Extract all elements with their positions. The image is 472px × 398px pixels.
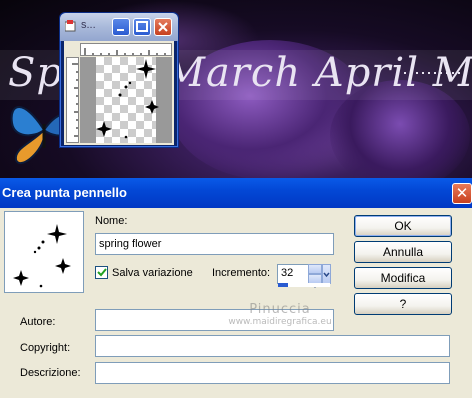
minimize-button[interactable] — [112, 18, 130, 36]
close-icon — [158, 22, 168, 32]
watermark-url: www.maidiregrafica.eu — [228, 317, 332, 327]
horizontal-ruler — [80, 43, 172, 56]
brush-canvas[interactable] — [80, 57, 172, 143]
minimize-icon — [117, 29, 124, 31]
brush-shape — [96, 59, 159, 139]
brush-preview — [4, 211, 84, 293]
dialog-title: Crea punta pennello — [2, 185, 127, 200]
maximize-button[interactable] — [133, 18, 151, 36]
maximize-icon — [136, 21, 148, 32]
spin-up-button[interactable] — [308, 264, 322, 278]
save-variation-checkbox[interactable] — [95, 266, 108, 279]
increment-field[interactable]: 32 — [277, 264, 309, 284]
chevron-down-icon — [323, 272, 330, 278]
help-button[interactable]: ? — [354, 293, 452, 315]
brush-preview-window[interactable]: s... — [59, 12, 179, 148]
create-brush-dialog: Crea punta pennello ✕ Nome: spring flowe… — [0, 178, 472, 398]
brush-preview-shape — [13, 224, 71, 288]
increment-slider-bar[interactable] — [278, 283, 330, 287]
increment-dropdown-button[interactable] — [322, 264, 331, 284]
increment-spinner[interactable] — [308, 264, 331, 288]
dialog-titlebar[interactable]: Crea punta pennello ✕ — [0, 178, 472, 208]
copyright-field[interactable] — [95, 335, 450, 357]
save-variation-label: Salva variazione — [112, 267, 193, 279]
mini-window-body — [64, 41, 174, 145]
watermark-name: Pinuccia — [249, 302, 311, 317]
name-label: Nome: — [95, 215, 128, 227]
name-field[interactable]: spring flower — [95, 233, 334, 255]
app-icon — [65, 20, 76, 32]
dialog-close-button[interactable]: ✕ — [452, 183, 472, 204]
increment-label: Incremento: — [212, 267, 271, 279]
edit-paths-button[interactable]: Modifica percorsi... — [354, 267, 452, 305]
increment-slider-fill — [278, 283, 288, 287]
checkmark-icon — [97, 268, 107, 277]
description-field[interactable] — [95, 362, 450, 384]
vertical-ruler — [66, 57, 79, 143]
author-label: Autore: — [20, 316, 56, 328]
mini-titlebar[interactable]: s... — [60, 13, 178, 41]
cancel-button[interactable]: Annulla — [354, 241, 452, 263]
watermark: Pinuccia www.maidiregrafica.eu — [215, 302, 345, 327]
description-label: Descrizione: — [20, 367, 81, 379]
close-button[interactable] — [154, 18, 172, 36]
mini-window-title: s... — [81, 19, 96, 31]
copyright-label: Copyright: — [20, 342, 71, 354]
ok-button[interactable]: OK — [354, 215, 452, 237]
